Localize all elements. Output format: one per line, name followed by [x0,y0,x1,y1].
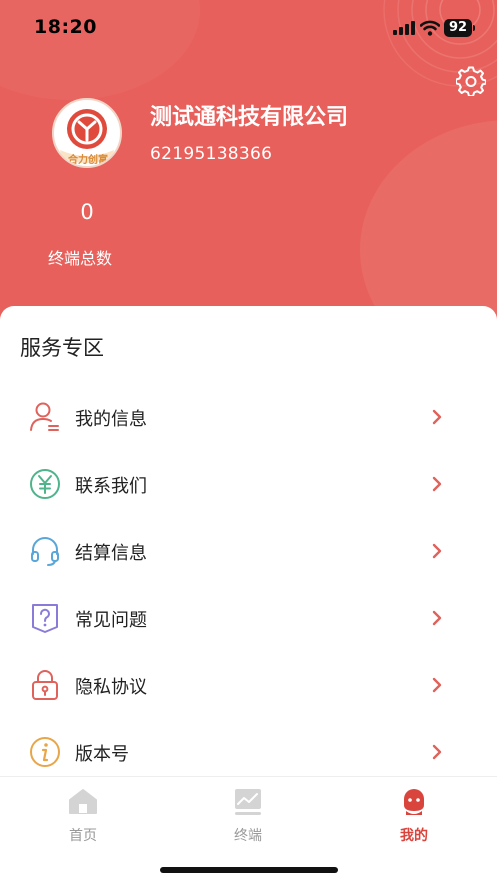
status-time: 18:20 [34,16,97,38]
account-number: 62195138366 [150,144,273,164]
tab-label: 首页 [69,828,97,844]
cellular-signal-icon [393,21,415,35]
profile-header: 18:20 92 合力创富 测试通科技有限公司 62195138366 0 终端… [0,0,497,340]
tab-label: 终端 [234,828,262,844]
battery-tip [473,25,475,31]
menu-item-label: 结算信息 [75,543,147,564]
chevron-right-icon [432,677,442,693]
menu-item-my-info[interactable]: 我的信息 [0,384,497,451]
wifi-icon [420,20,440,36]
tab-home[interactable]: 首页 [33,785,133,845]
question-icon [32,604,58,633]
headset-icon [31,537,59,566]
tab-terminal[interactable]: 终端 [198,785,298,845]
chevron-right-icon [432,744,442,760]
tab-mine[interactable]: 我的 [364,785,464,845]
avatar-logo-text: 合力创富 [68,155,108,166]
menu-item-label: 我的信息 [75,409,147,430]
company-name: 测试通科技有限公司 [150,105,349,130]
settings-gear-icon[interactable] [456,66,486,96]
home-icon [69,789,97,814]
chevron-right-icon [432,409,442,425]
chevron-right-icon [432,610,442,626]
menu-item-settlement-info[interactable]: 结算信息 [0,518,497,585]
service-section: 服务专区 我的信息 联系我们 结算信息 常见问题 隐私协议 版本号 [0,306,497,776]
profile-icon [404,789,424,815]
menu-item-label: 常见问题 [75,610,147,631]
chevron-right-icon [432,543,442,559]
company-avatar: 合力创富 [52,98,122,168]
menu-item-contact-us[interactable]: 联系我们 [0,451,497,518]
menu-item-label: 联系我们 [75,476,147,497]
menu-item-faq[interactable]: 常见问题 [0,585,497,652]
chart-icon [235,789,261,815]
info-icon [30,737,60,767]
menu-item-label: 隐私协议 [75,677,147,698]
user-icon [30,402,59,431]
status-bar: 18:20 92 [0,0,497,60]
battery-level: 92 [444,19,472,37]
terminal-total-value: 0 [80,200,94,224]
tab-label: 我的 [400,828,428,844]
chevron-right-icon [432,476,442,492]
section-title: 服务专区 [20,336,104,360]
menu-item-label: 版本号 [75,744,129,765]
lock-icon [32,670,58,700]
home-indicator [160,867,338,873]
yen-icon [30,469,60,499]
menu-item-privacy-policy[interactable]: 隐私协议 [0,652,497,719]
terminal-total-label: 终端总数 [48,249,113,268]
